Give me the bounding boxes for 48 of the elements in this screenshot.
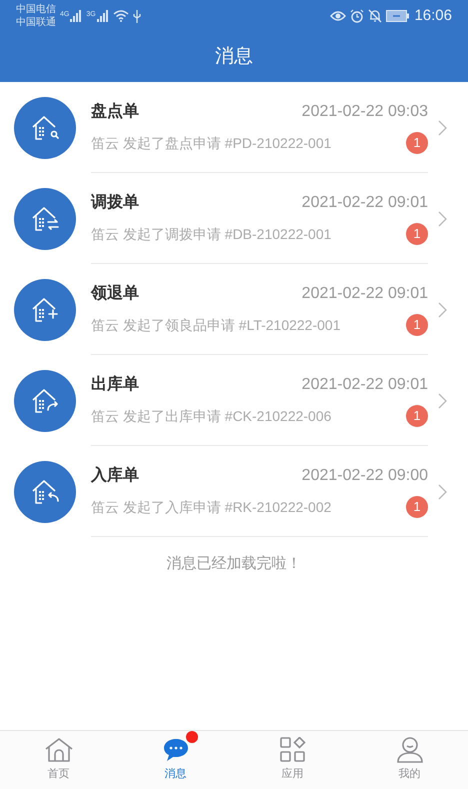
chevron-right-icon [438, 210, 447, 226]
eye-icon [330, 10, 346, 22]
chevron-right-icon [438, 484, 447, 500]
message-title: 出库单 [91, 374, 139, 395]
battery-icon [386, 10, 410, 22]
carrier-name: 中国电信 [16, 3, 56, 16]
message-title: 入库单 [91, 465, 139, 486]
apps-grid-icon [280, 737, 306, 764]
message-text: 笛云 发起了领良品申请 #LT-210222-001 [91, 316, 340, 334]
message-item[interactable]: 出库单 2021-02-22 09:01 笛云 发起了出库申请 #CK-210222-006 1 [0, 355, 468, 446]
wifi-icon [112, 10, 129, 22]
bell-off-icon [368, 9, 382, 23]
message-item[interactable]: 调拨单 2021-02-22 09:01 笛云 发起了调拨申请 #DB-210222-001 1 [0, 173, 468, 264]
unread-count: 1 [406, 132, 428, 154]
home-icon [44, 737, 74, 764]
page-title: 消息 [215, 44, 253, 69]
message-text: 笛云 发起了出库申请 #CK-210222-006 [91, 406, 332, 426]
user-icon [396, 737, 424, 764]
message-title: 调拨单 [91, 192, 139, 213]
unread-count: 1 [406, 496, 428, 518]
clock-time: 16:06 [414, 6, 452, 26]
usb-icon [132, 10, 141, 22]
signal-icon [96, 10, 109, 22]
message-text: 笛云 发起了盘点申请 #PD-210222-001 [91, 134, 332, 152]
message-text: 笛云 发起了调拨申请 #DB-210222-001 [91, 224, 332, 244]
message-time: 2021-02-22 09:01 [302, 193, 428, 213]
chat-bubble-icon [162, 737, 190, 764]
message-item[interactable]: 领退单 2021-02-22 09:01 笛云 发起了领良品申请 #LT-210222-001 1 [0, 264, 468, 355]
unread-count: 1 [406, 405, 428, 427]
message-title: 领退单 [91, 283, 139, 304]
unread-count: 1 [406, 314, 428, 336]
alarm-icon [350, 9, 364, 23]
message-title: 盘点单 [91, 102, 139, 122]
message-item[interactable]: 盘点单 2021-02-22 09:03 笛云 发起了盘点申请 #PD-210222-001 1 [0, 82, 468, 173]
signal-icon [70, 10, 82, 22]
chevron-right-icon [438, 120, 447, 136]
message-item[interactable]: 入库单 2021-02-22 09:00 笛云 发起了入库申请 #RK-210222-002 1 [0, 446, 468, 537]
message-time: 2021-02-22 09:03 [302, 102, 428, 122]
carrier-name: 中国联通 [16, 16, 56, 29]
unread-count: 1 [406, 223, 428, 245]
message-time: 2021-02-22 09:01 [302, 284, 428, 304]
message-text: 笛云 发起了入库申请 #RK-210222-002 [91, 498, 332, 516]
chevron-right-icon [438, 302, 447, 318]
chevron-right-icon [438, 392, 447, 408]
message-time: 2021-02-22 09:01 [302, 375, 428, 395]
tab-bar-item[interactable]: 消息 [117, 731, 234, 789]
message-time: 2021-02-22 09:00 [302, 466, 428, 486]
end-of-list-text: 消息已经加载完啦！ [166, 554, 302, 574]
